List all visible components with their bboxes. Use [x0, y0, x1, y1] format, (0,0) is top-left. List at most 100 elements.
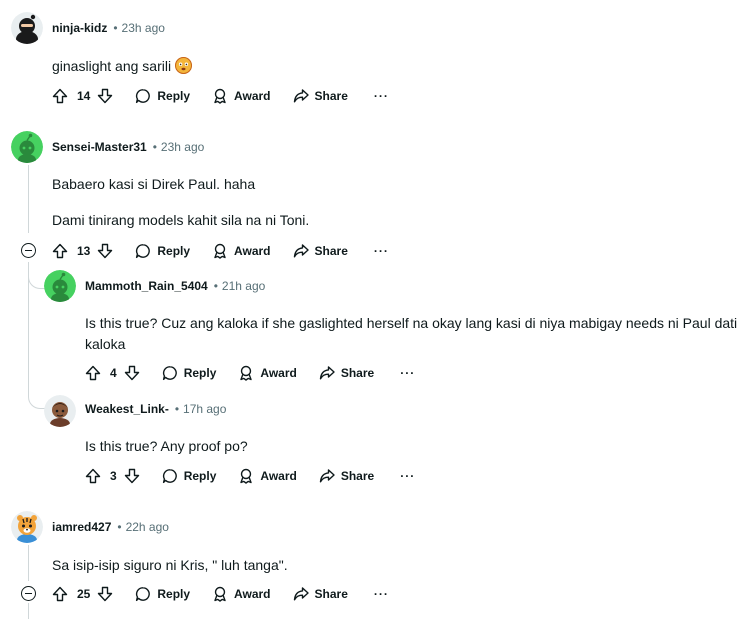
share-button[interactable]: Share: [319, 365, 374, 381]
avatar[interactable]: [11, 511, 43, 543]
avatar[interactable]: [11, 131, 43, 163]
comment-actions: 4 Reply Award Share ···: [85, 361, 415, 385]
meta-separator: •: [213, 279, 218, 293]
comment-line: Is this true? Cuz ang kaloka if she gasl…: [85, 315, 738, 331]
share-arrow-icon: [319, 365, 335, 381]
meta-separator: •: [113, 21, 118, 35]
comment-line: kaloka: [85, 336, 126, 352]
reply-button[interactable]: Reply: [135, 243, 190, 259]
avatar[interactable]: [44, 395, 76, 427]
username[interactable]: ninja-kidz: [52, 21, 107, 35]
vote-group: 25: [52, 586, 113, 602]
share-label: Share: [314, 89, 348, 103]
more-options-button[interactable]: ···: [400, 366, 415, 380]
award-button[interactable]: Award: [212, 243, 271, 259]
speech-bubble-icon: [135, 586, 151, 602]
reply-button[interactable]: Reply: [135, 88, 190, 104]
more-options-button[interactable]: ···: [374, 244, 389, 258]
comment-actions: 25 Reply Award Share ···: [52, 582, 389, 606]
timestamp[interactable]: 17h ago: [183, 402, 226, 416]
award-label: Award: [234, 89, 271, 103]
reply-label: Reply: [157, 587, 191, 601]
comment-actions: 14 Reply Award Share ···: [52, 84, 389, 108]
username[interactable]: Weakest_Link-: [85, 402, 169, 416]
upvote-arrow-icon[interactable]: [85, 365, 101, 381]
more-options-button[interactable]: ···: [374, 89, 389, 103]
reply-button[interactable]: Reply: [135, 586, 190, 602]
meta-separator: •: [174, 402, 180, 416]
thread-elbow-c4: [28, 380, 45, 409]
award-button[interactable]: Award: [238, 365, 297, 381]
vote-group: 4: [85, 365, 140, 381]
vote-count: 25: [77, 587, 91, 601]
downvote-arrow-icon[interactable]: [124, 365, 140, 381]
collapse-thread-button[interactable]: [21, 586, 36, 601]
upvote-arrow-icon[interactable]: [52, 243, 68, 259]
thread-line-c5-children: [28, 603, 29, 619]
snoo-avatar-icon: [44, 270, 76, 302]
speech-bubble-icon: [162, 468, 178, 484]
upvote-arrow-icon[interactable]: [52, 586, 68, 602]
flushed-face-emoji-icon: [175, 57, 193, 74]
character-avatar-icon: [44, 395, 76, 427]
award-label: Award: [234, 587, 271, 601]
ninja-avatar-icon: [11, 12, 43, 44]
vote-group: 14: [52, 88, 113, 104]
timestamp[interactable]: 21h ago: [222, 279, 265, 293]
share-arrow-icon: [293, 586, 309, 602]
reply-label: Reply: [157, 244, 191, 258]
downvote-arrow-icon[interactable]: [124, 468, 140, 484]
thread-elbow-c3: [28, 262, 45, 289]
speech-bubble-icon: [162, 365, 178, 381]
more-options-button[interactable]: ···: [374, 587, 389, 601]
comment-line: ginaslight ang sarili: [52, 58, 172, 74]
comment-body: ginaslight ang sarili: [52, 56, 193, 77]
username[interactable]: iamred427: [52, 520, 111, 534]
award-label: Award: [260, 366, 297, 380]
reply-label: Reply: [183, 469, 217, 483]
vote-count: 14: [77, 89, 91, 103]
award-ribbon-icon: [212, 243, 228, 259]
thread-line-c5: [28, 545, 29, 581]
speech-bubble-icon: [135, 88, 151, 104]
share-button[interactable]: Share: [293, 88, 348, 104]
share-label: Share: [314, 587, 348, 601]
more-options-button[interactable]: ···: [400, 469, 415, 483]
username[interactable]: Mammoth_Rain_5404: [85, 279, 208, 293]
share-button[interactable]: Share: [293, 586, 348, 602]
downvote-arrow-icon[interactable]: [97, 243, 113, 259]
collapse-thread-button[interactable]: [21, 243, 36, 258]
speech-bubble-icon: [135, 243, 151, 259]
reply-button[interactable]: Reply: [162, 365, 216, 381]
vote-group: 13: [52, 243, 113, 259]
comment-line: Babaero kasi si Direk Paul. haha: [52, 176, 256, 192]
avatar[interactable]: [44, 270, 76, 302]
award-button[interactable]: Award: [238, 468, 297, 484]
reply-button[interactable]: Reply: [162, 468, 217, 484]
downvote-arrow-icon[interactable]: [97, 88, 113, 104]
downvote-arrow-icon[interactable]: [97, 586, 113, 602]
award-button[interactable]: Award: [212, 586, 271, 602]
comment-actions: 13 Reply Award Share ···: [52, 239, 389, 263]
award-button[interactable]: Award: [212, 88, 271, 104]
timestamp[interactable]: 22h ago: [126, 520, 169, 534]
username[interactable]: Sensei-Master31: [52, 140, 147, 154]
timestamp[interactable]: 23h ago: [161, 140, 204, 154]
award-label: Award: [260, 469, 297, 483]
award-ribbon-icon: [238, 468, 254, 484]
upvote-arrow-icon[interactable]: [85, 468, 101, 484]
meta-separator: •: [117, 520, 122, 534]
share-arrow-icon: [293, 243, 309, 259]
share-arrow-icon: [293, 88, 309, 104]
share-label: Share: [340, 469, 375, 483]
timestamp[interactable]: 23h ago: [122, 21, 165, 35]
share-button[interactable]: Share: [293, 243, 348, 259]
upvote-arrow-icon[interactable]: [52, 88, 68, 104]
reply-label: Reply: [157, 89, 191, 103]
comment-actions: 3 Reply Award Share ···: [85, 464, 415, 488]
snoo-avatar-icon: [11, 131, 43, 163]
avatar[interactable]: [11, 12, 43, 44]
comment-line: Is this true? Any proof po?: [85, 438, 248, 454]
share-button[interactable]: Share: [319, 468, 374, 484]
tiger-avatar-icon: [11, 511, 43, 543]
